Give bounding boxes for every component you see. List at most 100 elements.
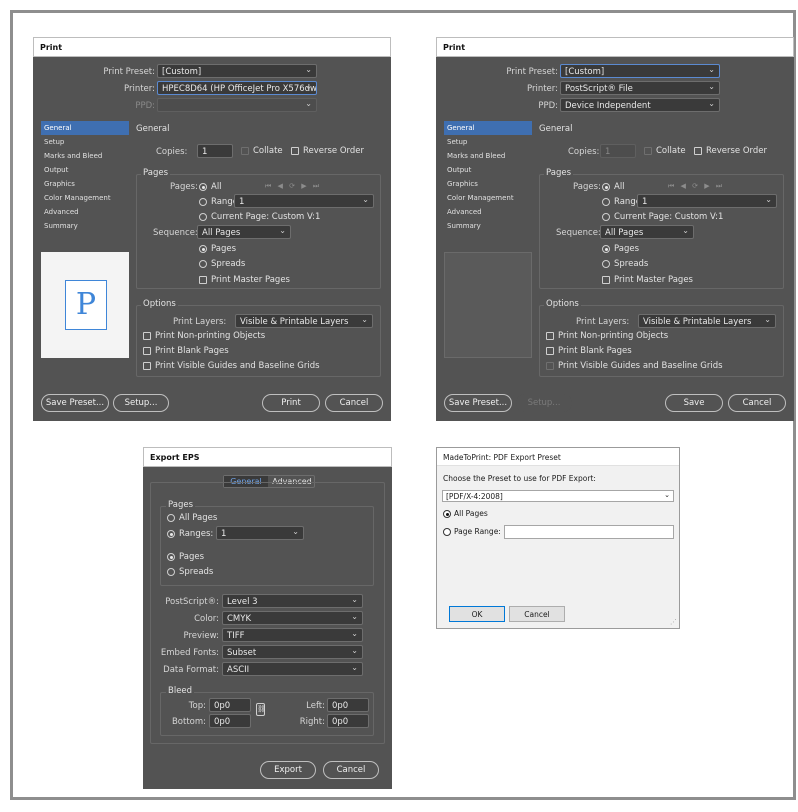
cancel-button[interactable]: Cancel [325, 394, 383, 412]
save-preset-button[interactable]: Save Preset... [444, 394, 512, 412]
chain-link-icon[interactable]: ⛓ [256, 703, 266, 716]
nav-item-setup[interactable]: Setup [41, 135, 129, 149]
range-input[interactable]: 1 ⌄ [234, 194, 374, 208]
nav-item-setup[interactable]: Setup [444, 135, 532, 149]
ppd-select[interactable]: ⌄ [157, 98, 317, 112]
page-preview-empty [444, 252, 532, 358]
blank-pages-checkbox[interactable] [143, 347, 151, 355]
right-input[interactable]: 0p0 [327, 714, 369, 728]
printer-select[interactable]: HPEC8D64 (HP OfficeJet Pro X576dw ... ⌄ [157, 81, 317, 95]
collate-checkbox[interactable] [241, 147, 249, 155]
setup-button[interactable]: Setup... [516, 394, 572, 412]
pages-radio[interactable] [199, 245, 207, 253]
resize-grip-icon[interactable]: ⋰ [670, 618, 677, 626]
data-format-select[interactable]: ASCII ⌄ [222, 662, 363, 676]
nav-item-summary[interactable]: Summary [444, 219, 532, 233]
page-range-radio[interactable] [443, 528, 451, 536]
copies-input[interactable]: 1 [197, 144, 233, 158]
save-preset-button[interactable]: Save Preset... [41, 394, 109, 412]
print-layers-select[interactable]: Visible & Printable Layers ⌄ [638, 314, 776, 328]
postscript-select[interactable]: Level 3 ⌄ [222, 594, 363, 608]
save-button[interactable]: Save [665, 394, 723, 412]
non-printing-checkbox[interactable] [546, 332, 554, 340]
page-navigation[interactable]: ⏮ ◀ ⟳ ▶ ⏭ [668, 182, 724, 191]
page-range-label: Page Range: [454, 527, 501, 536]
embed-fonts-label: Embed Fonts: [160, 648, 219, 658]
setup-button[interactable]: Setup... [113, 394, 169, 412]
nav-item-general[interactable]: General [444, 121, 532, 135]
export-button[interactable]: Export [260, 761, 316, 779]
all-pages-radio[interactable] [443, 510, 451, 518]
ranges-radio[interactable] [167, 530, 175, 538]
preview-select[interactable]: TIFF ⌄ [222, 628, 363, 642]
ranges-input[interactable]: 1 ⌄ [216, 526, 304, 540]
nav-item-summary[interactable]: Summary [41, 219, 129, 233]
nav-item-marks-bleed[interactable]: Marks and Bleed [41, 149, 129, 163]
spreads-radio[interactable] [602, 260, 610, 268]
top-input[interactable]: 0p0 [209, 698, 251, 712]
range-input[interactable]: 1 ⌄ [637, 194, 777, 208]
all-pages-radio[interactable] [167, 514, 175, 522]
section-title: General [136, 124, 170, 134]
reverse-order-checkbox[interactable] [694, 147, 702, 155]
nav-item-graphics[interactable]: Graphics [444, 177, 532, 191]
pages-all-radio[interactable] [199, 183, 207, 191]
nav-item-general[interactable]: General [41, 121, 129, 135]
print-layers-select[interactable]: Visible & Printable Layers ⌄ [235, 314, 373, 328]
pages-radio[interactable] [167, 553, 175, 561]
sequence-select[interactable]: All Pages ⌄ [600, 225, 694, 239]
ppd-select[interactable]: Device Independent ⌄ [560, 98, 720, 112]
page-preview: P [41, 252, 129, 358]
current-page-radio[interactable] [602, 213, 610, 221]
printer-select[interactable]: PostScript® File ⌄ [560, 81, 720, 95]
nav-item-marks-bleed[interactable]: Marks and Bleed [444, 149, 532, 163]
pages-all-radio[interactable] [602, 183, 610, 191]
chevron-down-icon: ⌄ [708, 65, 715, 74]
cancel-button[interactable]: Cancel [728, 394, 786, 412]
embed-fonts-select[interactable]: Subset ⌄ [222, 645, 363, 659]
range-radio[interactable] [602, 198, 610, 206]
range-radio[interactable] [199, 198, 207, 206]
collate-checkbox[interactable] [644, 147, 652, 155]
cancel-button[interactable]: Cancel [323, 761, 379, 779]
guides-checkbox[interactable] [546, 362, 554, 370]
nav-item-output[interactable]: Output [444, 163, 532, 177]
print-master-pages-checkbox[interactable] [199, 276, 207, 284]
pages-all-label: All [614, 182, 625, 192]
print-button[interactable]: Print [262, 394, 320, 412]
reverse-order-checkbox[interactable] [291, 147, 299, 155]
current-page-radio[interactable] [199, 213, 207, 221]
blank-pages-checkbox[interactable] [546, 347, 554, 355]
page-range-input[interactable] [504, 525, 674, 539]
sequence-select[interactable]: All Pages ⌄ [197, 225, 291, 239]
pages-radio[interactable] [602, 245, 610, 253]
guides-checkbox[interactable] [143, 362, 151, 370]
color-select[interactable]: CMYK ⌄ [222, 611, 363, 625]
pages-all-label: All [211, 182, 222, 192]
non-printing-checkbox[interactable] [143, 332, 151, 340]
spreads-radio[interactable] [199, 260, 207, 268]
nav-item-output[interactable]: Output [41, 163, 129, 177]
nav-item-color-management[interactable]: Color Management [444, 191, 532, 205]
bottom-input[interactable]: 0p0 [209, 714, 251, 728]
copies-input[interactable]: 1 [600, 144, 636, 158]
category-nav: General Setup Marks and Bleed Output Gra… [444, 121, 532, 233]
preset-select[interactable]: [PDF/X-4:2008] ⌄ [442, 490, 674, 502]
page-navigation[interactable]: ⏮ ◀ ⟳ ▶ ⏭ [265, 182, 321, 191]
bottom-label: Bottom: [171, 717, 206, 727]
nav-item-graphics[interactable]: Graphics [41, 177, 129, 191]
cancel-button[interactable]: Cancel [509, 606, 565, 622]
print-master-pages-checkbox[interactable] [602, 276, 610, 284]
chevron-down-icon: ⌄ [351, 646, 358, 655]
chevron-down-icon: ⌄ [305, 99, 312, 108]
chevron-down-icon: ⌄ [305, 65, 312, 74]
spreads-radio[interactable] [167, 568, 175, 576]
left-input[interactable]: 0p0 [327, 698, 369, 712]
ok-button[interactable]: OK [449, 606, 505, 622]
print-preset-select[interactable]: [Custom] ⌄ [560, 64, 720, 78]
print-preset-select[interactable]: [Custom] ⌄ [157, 64, 317, 78]
nav-item-advanced[interactable]: Advanced [444, 205, 532, 219]
nav-item-advanced[interactable]: Advanced [41, 205, 129, 219]
nav-item-color-management[interactable]: Color Management [41, 191, 129, 205]
right-label: Right: [299, 717, 325, 727]
